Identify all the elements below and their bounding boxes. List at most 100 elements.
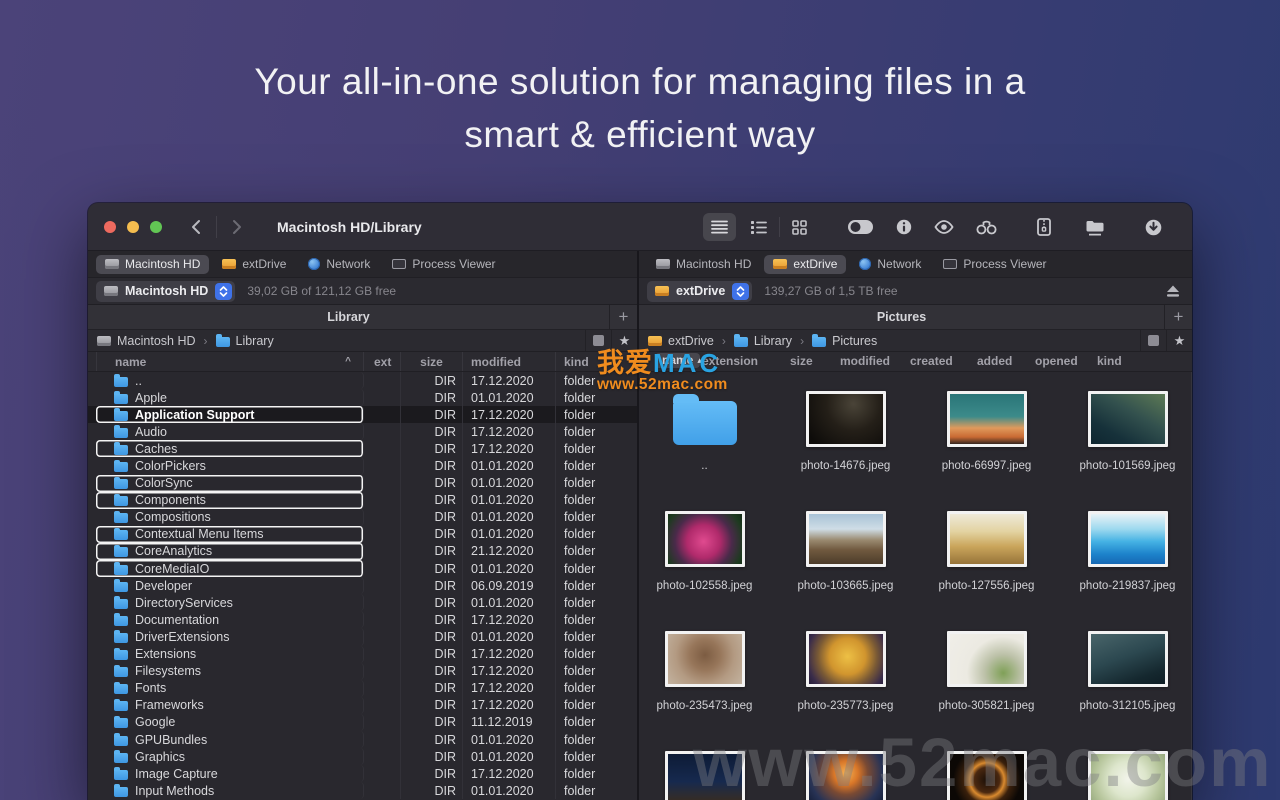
grid-item[interactable]: photo-66997.jpeg [916,387,1057,507]
grid-item[interactable]: photo-102558.jpeg [634,507,775,627]
file-row[interactable]: FontsDIR17.12.2020folder [88,680,637,697]
breadcrumb-segment[interactable]: Macintosh HD [97,334,196,348]
file-ext-cell [364,714,401,731]
file-row[interactable]: FilesystemsDIR17.12.2020folder [88,663,637,680]
column-header-modified[interactable]: modified [840,354,890,368]
forward-button[interactable] [229,219,245,235]
drive-stepper-icon[interactable] [732,283,749,300]
external-drive-icon [773,259,787,269]
tab-macintosh-hd[interactable]: Macintosh HD [96,255,209,274]
favorite-button[interactable]: ★ [1166,330,1192,351]
pane-mode-button[interactable] [1140,330,1166,351]
column-header-created[interactable]: created [910,354,953,368]
grid-item[interactable]: .. [634,387,775,507]
file-row[interactable]: ..DIR17.12.2020folder [88,372,637,389]
eye-preview-icon[interactable] [926,213,962,241]
grid-item[interactable]: photo-127556.jpeg [916,507,1057,627]
file-row[interactable]: AudioDIR17.12.2020folder [88,423,637,440]
zoom-button[interactable] [150,221,162,233]
file-row[interactable]: AppleDIR01.01.2020folder [88,389,637,406]
right-section-bar: Pictures + [639,305,1192,330]
grid-item-label: photo-235773.jpeg [782,698,910,715]
left-drive-selector[interactable]: Macintosh HD [96,281,235,302]
file-row[interactable]: ComponentsDIR01.01.2020folder [88,492,637,509]
thumbnail-wrap [947,507,1027,571]
column-header-ext[interactable]: ext [364,352,401,371]
info-icon[interactable] [888,213,920,241]
file-row[interactable]: DirectoryServicesDIR01.01.2020folder [88,594,637,611]
file-name: ColorSync [135,476,193,490]
list-view-icon[interactable] [703,213,736,241]
file-row[interactable]: GPUBundlesDIR01.01.2020folder [88,731,637,748]
right-section-title[interactable]: Pictures [639,305,1164,329]
tab-network[interactable]: Network [850,255,930,274]
close-button[interactable] [104,221,116,233]
breadcrumb-segment[interactable]: Pictures [812,334,877,348]
breadcrumb-segment[interactable]: extDrive [648,334,714,348]
file-row[interactable]: Application SupportDIR17.12.2020folder [88,406,637,423]
right-tabs-bar: Macintosh HDextDriveNetworkProcess Viewe… [639,251,1192,278]
network-folder-icon[interactable] [1077,213,1113,241]
folder-icon [114,787,128,797]
file-row[interactable]: GoogleDIR11.12.2019folder [88,714,637,731]
file-row[interactable]: DriverExtensionsDIR01.01.2020folder [88,628,637,645]
grid-item[interactable]: photo-219837.jpeg [1057,507,1192,627]
add-tab-button[interactable]: + [609,305,637,329]
column-header-opened[interactable]: opened [1035,354,1078,368]
breadcrumb-label: extDrive [668,334,714,348]
folder-icon [114,633,128,643]
tab-process-viewer[interactable]: Process Viewer [383,255,504,274]
external-drive-icon [655,286,669,296]
file-row[interactable]: CoreMediaIODIR01.01.2020folder [88,560,637,577]
file-row[interactable]: FrameworksDIR17.12.2020folder [88,697,637,714]
file-ext-cell [364,372,401,389]
file-size-cell: DIR [401,440,463,457]
breadcrumb-segment[interactable]: Library [216,334,274,348]
tab-process-viewer[interactable]: Process Viewer [934,255,1055,274]
left-section-title[interactable]: Library [88,305,609,329]
column-header-added[interactable]: added [977,354,1012,368]
file-ext-cell [364,646,401,663]
tab-extdrive[interactable]: extDrive [213,255,295,274]
archive-zip-icon[interactable] [1029,213,1059,241]
binoculars-search-icon[interactable] [968,213,1005,241]
file-row[interactable]: DeveloperDIR06.09.2019folder [88,577,637,594]
column-header-kind[interactable]: kind [1097,354,1122,368]
file-modified-cell: 01.01.2020 [463,389,556,406]
toggle-icon[interactable] [839,213,882,241]
file-row[interactable]: Image CaptureDIR17.12.2020folder [88,765,637,782]
grid-item[interactable]: photo-103665.jpeg [775,507,916,627]
grid-item[interactable]: photo-101569.jpeg [1057,387,1192,507]
back-button[interactable] [188,219,204,235]
detail-list-view-icon[interactable] [742,213,775,241]
file-row[interactable]: Input MethodsDIR01.01.2020folder [88,782,637,799]
minimize-button[interactable] [127,221,139,233]
file-ext-cell [364,560,401,577]
column-header-size[interactable]: size [790,354,813,368]
file-row[interactable]: CoreAnalyticsDIR21.12.2020folder [88,543,637,560]
grid-view-icon[interactable] [784,213,815,241]
breadcrumb-segment[interactable]: Library [734,334,792,348]
column-header-modified[interactable]: modified [463,352,556,371]
file-row[interactable]: GraphicsDIR01.01.2020folder [88,748,637,765]
file-row[interactable]: ExtensionsDIR17.12.2020folder [88,646,637,663]
file-row[interactable]: CompositionsDIR01.01.2020folder [88,509,637,526]
column-header-size[interactable]: size [401,352,463,371]
file-row[interactable]: ColorPickersDIR01.01.2020folder [88,457,637,474]
file-row[interactable]: CachesDIR17.12.2020folder [88,440,637,457]
add-tab-button[interactable]: + [1164,305,1192,329]
file-row[interactable]: ColorSyncDIR01.01.2020folder [88,475,637,492]
grid-item[interactable]: photo-14676.jpeg [775,387,916,507]
file-row[interactable]: DocumentationDIR17.12.2020folder [88,611,637,628]
download-icon[interactable] [1137,213,1170,241]
eject-icon[interactable] [1166,285,1180,298]
grid-item-label: photo-312105.jpeg [1064,698,1192,715]
tab-network[interactable]: Network [299,255,379,274]
right-drive-selector[interactable]: extDrive [647,281,752,302]
column-header-name[interactable]: name^ [96,352,364,371]
drive-stepper-icon[interactable] [215,283,232,300]
file-row[interactable]: Contextual Menu ItemsDIR01.01.2020folder [88,526,637,543]
file-name-cell: Extensions [96,646,364,663]
tab-macintosh-hd[interactable]: Macintosh HD [647,255,760,274]
tab-extdrive[interactable]: extDrive [764,255,846,274]
